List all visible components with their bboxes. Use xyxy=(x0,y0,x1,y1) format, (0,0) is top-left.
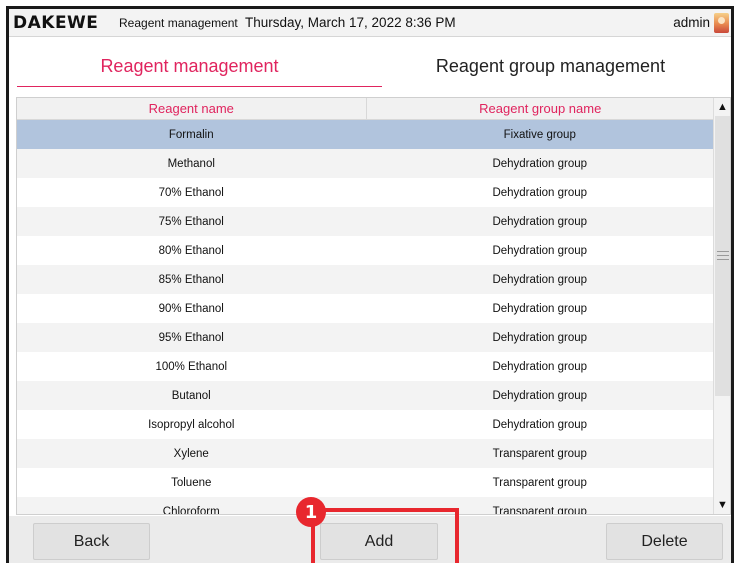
reagent-name-cell: 70% Ethanol xyxy=(158,186,224,199)
table-row[interactable]: 90% Ethanol Dehydration group xyxy=(17,294,714,323)
reagent-name-cell: 95% Ethanol xyxy=(158,331,224,344)
table-row[interactable]: Isopropyl alcohol Dehydration group xyxy=(17,410,714,439)
reagent-group-cell: Dehydration group xyxy=(492,273,588,286)
reagent-name-cell: Xylene xyxy=(173,447,209,460)
table-row[interactable]: Butanol Dehydration group xyxy=(17,381,714,410)
reagent-name-cell: Methanol xyxy=(167,157,215,170)
reagent-group-cell: Dehydration group xyxy=(492,186,588,199)
table-row[interactable]: 85% Ethanol Dehydration group xyxy=(17,265,714,294)
user-avatar-icon[interactable] xyxy=(714,12,729,33)
module-title: Reagent management xyxy=(119,15,238,30)
column-header-reagent-group-name[interactable]: Reagent group name xyxy=(365,98,715,119)
vertical-scrollbar[interactable]: ▲ ▼ xyxy=(713,98,730,514)
reagent-group-cell: Fixative group xyxy=(503,128,576,141)
table-row[interactable]: Methanol Dehydration group xyxy=(17,149,714,178)
reagent-name-cell: 75% Ethanol xyxy=(158,215,224,228)
table-row[interactable]: Formalin Fixative group xyxy=(17,120,714,149)
datetime-display: Thursday, March 17, 2022 8:36 PM xyxy=(245,15,456,30)
reagent-group-cell: Transparent group xyxy=(492,476,587,489)
tab-bar: Reagent management Reagent group managem… xyxy=(9,37,731,95)
reagent-name-cell: 80% Ethanol xyxy=(158,244,224,257)
reagent-group-cell: Dehydration group xyxy=(492,215,588,228)
add-button-highlight xyxy=(311,508,459,563)
scroll-up-icon[interactable]: ▲ xyxy=(714,98,730,116)
table-row[interactable]: 95% Ethanol Dehydration group xyxy=(17,323,714,352)
reagent-group-cell: Dehydration group xyxy=(492,244,588,257)
reagent-group-cell: Dehydration group xyxy=(492,331,588,344)
table-row[interactable]: 70% Ethanol Dehydration group xyxy=(17,178,714,207)
reagent-group-cell: Dehydration group xyxy=(492,360,588,373)
tab-reagent-management[interactable]: Reagent management xyxy=(9,37,382,95)
reagent-name-cell: 100% Ethanol xyxy=(155,360,228,373)
delete-button[interactable]: Delete xyxy=(606,523,723,560)
back-button[interactable]: Back xyxy=(33,523,150,560)
table-header: Reagent name Reagent group name xyxy=(17,98,714,120)
grip-line xyxy=(717,259,729,260)
reagent-group-cell: Dehydration group xyxy=(492,157,588,170)
table-row[interactable]: Xylene Transparent group xyxy=(17,439,714,468)
user-name[interactable]: admin xyxy=(673,15,714,30)
reagent-group-cell: Transparent group xyxy=(492,447,587,460)
reagent-name-cell: 85% Ethanol xyxy=(158,273,224,286)
reagent-name-cell: Toluene xyxy=(171,476,212,489)
step-marker: 1 xyxy=(296,497,326,527)
scrollbar-thumb[interactable] xyxy=(715,116,730,396)
app-window: DAKEWE Reagent management Thursday, Marc… xyxy=(6,6,734,563)
table-body: Formalin Fixative group Methanol Dehydratio… xyxy=(17,120,714,514)
scroll-down-icon[interactable]: ▼ xyxy=(714,496,730,514)
top-bar: DAKEWE Reagent management Thursday, Marc… xyxy=(9,9,731,37)
brand-logo: DAKEWE xyxy=(13,12,99,33)
reagent-name-cell: Butanol xyxy=(171,389,211,402)
reagent-group-cell: Dehydration group xyxy=(492,302,588,315)
reagent-name-cell: Formalin xyxy=(168,128,214,141)
table-row[interactable]: Toluene Transparent group xyxy=(17,468,714,497)
column-header-reagent-name[interactable]: Reagent name xyxy=(17,98,366,119)
tab-reagent-group-management[interactable]: Reagent group management xyxy=(370,37,731,95)
table-row[interactable]: 80% Ethanol Dehydration group xyxy=(17,236,714,265)
reagent-group-cell: Dehydration group xyxy=(492,418,588,431)
table-row[interactable]: 75% Ethanol Dehydration group xyxy=(17,207,714,236)
table-row[interactable]: 100% Ethanol Dehydration group xyxy=(17,352,714,381)
reagent-table: Reagent name Reagent group name Formalin… xyxy=(16,97,731,515)
grip-line xyxy=(717,255,729,256)
reagent-name-cell: Isopropyl alcohol xyxy=(148,418,235,431)
reagent-group-cell: Dehydration group xyxy=(492,389,588,402)
grip-line xyxy=(717,251,729,252)
reagent-name-cell: 90% Ethanol xyxy=(158,302,224,315)
